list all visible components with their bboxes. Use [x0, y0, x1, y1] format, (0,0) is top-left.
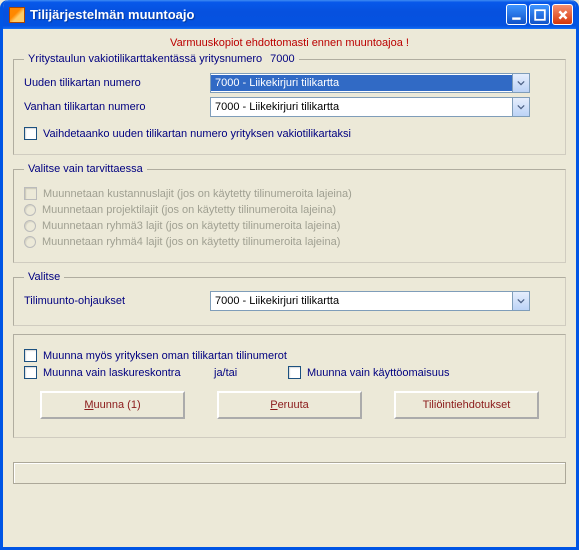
projecttypes-radio	[24, 204, 36, 216]
chevron-down-icon[interactable]	[512, 98, 529, 116]
new-chart-label: Uuden tilikartan numero	[24, 77, 204, 89]
costtypes-checkbox	[24, 187, 37, 200]
group3types-radio	[24, 220, 36, 232]
old-chart-value: 7000 - Liikekirjuri tilikartta	[211, 99, 512, 115]
titlebar[interactable]: Tilijärjestelmän muuntoajo	[3, 0, 576, 29]
own-chart-label: Muunna myös yrityksen oman tilikartan ti…	[43, 350, 287, 362]
minimize-button[interactable]	[506, 4, 527, 25]
mapping-combo[interactable]: 7000 - Liikekirjuri tilikartta	[210, 291, 530, 311]
window-controls	[506, 4, 573, 25]
group3types-label: Muunnetaan ryhmä3 lajit (jos on käytetty…	[42, 220, 340, 232]
status-bar	[13, 462, 566, 484]
costtypes-label: Muunnetaan kustannuslajit (jos on käytet…	[43, 188, 352, 200]
convert-button-label: uunna (1)	[94, 399, 141, 411]
app-icon	[9, 7, 25, 23]
group2-legend: Valitse vain tarvittaessa	[24, 163, 147, 175]
group1-legend-text: Yritystaulun vakiotilikarttakentässä yri…	[28, 53, 262, 65]
new-chart-value: 7000 - Liikekirjuri tilikartta	[211, 75, 512, 91]
app-window: Tilijärjestelmän muuntoajo Varmuuskopiot…	[0, 0, 579, 550]
group-convert-options: Muunna myös yrityksen oman tilikartan ti…	[13, 334, 566, 438]
convert-button[interactable]: Muunna (1)	[40, 391, 185, 419]
new-chart-combo[interactable]: 7000 - Liikekirjuri tilikartta	[210, 73, 530, 93]
suggestions-button[interactable]: Tiliöintiehdotukset	[394, 391, 539, 419]
group4types-label: Muunnetaan ryhmä4 lajit (jos on käytetty…	[42, 236, 340, 248]
cancel-button-label: eruuta	[278, 399, 309, 411]
only-fa-label: Muunna vain käyttöomaisuus	[307, 367, 449, 379]
only-ar-checkbox[interactable]	[24, 366, 37, 379]
group3-legend: Valitse	[24, 271, 64, 283]
mapping-value: 7000 - Liikekirjuri tilikartta	[211, 293, 512, 309]
group4types-radio	[24, 236, 36, 248]
swap-default-label: Vaihdetaanko uuden tilikartan numero yri…	[43, 128, 351, 140]
warning-text: Varmuuskopiot ehdottomasti ennen muuntoa…	[13, 37, 566, 49]
close-button[interactable]	[552, 4, 573, 25]
group-select-if-needed: Valitse vain tarvittaessa Muunnetaan kus…	[13, 163, 566, 263]
window-title: Tilijärjestelmän muuntoajo	[30, 7, 506, 22]
group1-legend-value: 7000	[270, 53, 294, 65]
old-chart-combo[interactable]: 7000 - Liikekirjuri tilikartta	[210, 97, 530, 117]
mapping-label: Tilimuunto-ohjaukset	[24, 295, 204, 307]
group1-legend: Yritystaulun vakiotilikarttakentässä yri…	[24, 53, 299, 65]
client-area: Varmuuskopiot ehdottomasti ennen muuntoa…	[3, 29, 576, 494]
swap-default-checkbox[interactable]	[24, 127, 37, 140]
cancel-button[interactable]: Peruuta	[217, 391, 362, 419]
andor-label: ja/tai	[214, 367, 282, 379]
old-chart-label: Vanhan tilikartan numero	[24, 101, 204, 113]
group-company-chart: Yritystaulun vakiotilikarttakentässä yri…	[13, 53, 566, 155]
chevron-down-icon[interactable]	[512, 292, 529, 310]
group-select: Valitse Tilimuunto-ohjaukset 7000 - Liik…	[13, 271, 566, 326]
only-ar-label: Muunna vain laskureskontra	[43, 367, 208, 379]
projecttypes-label: Muunnetaan projektilajit (jos on käytett…	[42, 204, 336, 216]
suggestions-button-label: Tiliöintiehdotukset	[423, 399, 511, 411]
chevron-down-icon[interactable]	[512, 74, 529, 92]
only-fa-checkbox[interactable]	[288, 366, 301, 379]
maximize-button[interactable]	[529, 4, 550, 25]
own-chart-checkbox[interactable]	[24, 349, 37, 362]
